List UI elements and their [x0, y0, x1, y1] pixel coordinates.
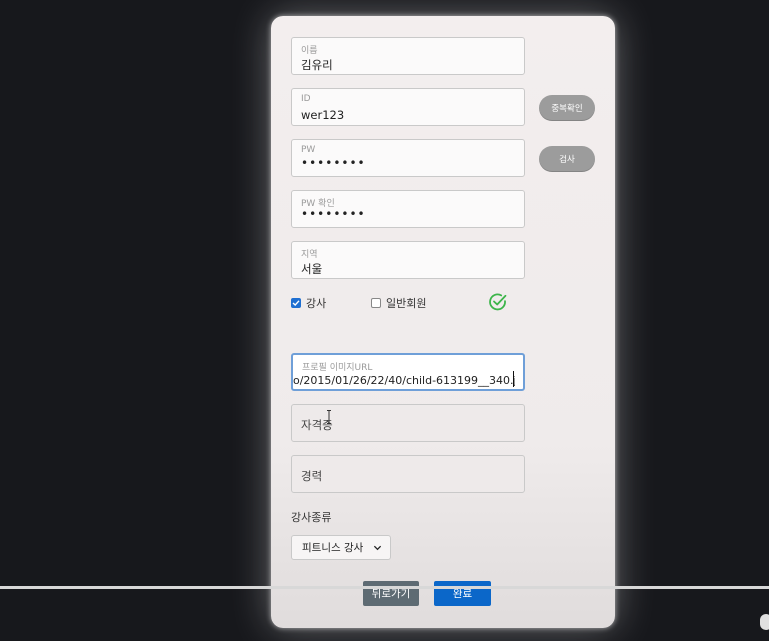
- instructor-type-label: 강사종류: [291, 511, 332, 524]
- profile-url-label: 프로필 이미지URL: [302, 363, 373, 373]
- member-checkbox-row[interactable]: 일반회원: [371, 295, 426, 311]
- check-circle-icon: [489, 293, 507, 311]
- verify-button[interactable]: 검사: [539, 146, 595, 172]
- region-value: 서울: [301, 262, 323, 276]
- pw-confirm-field[interactable]: PW 확인 ••••••••: [291, 190, 525, 228]
- career-field[interactable]: 경력: [291, 455, 525, 493]
- duplicate-check-button[interactable]: 중복확인: [539, 95, 595, 121]
- instructor-type-select[interactable]: 피트니스 강사: [291, 535, 391, 560]
- name-value: 김유리: [301, 58, 333, 72]
- video-progress-bar[interactable]: [0, 586, 769, 589]
- id-field[interactable]: ID wer123: [291, 88, 525, 126]
- video-progress-handle[interactable]: [760, 614, 769, 630]
- pw-label: PW: [301, 145, 316, 155]
- region-label: 지역: [301, 250, 318, 260]
- pw-value: ••••••••: [301, 156, 366, 170]
- instructor-label: 강사: [306, 297, 327, 310]
- pw-field[interactable]: PW ••••••••: [291, 139, 525, 177]
- checkmark-icon: [292, 300, 300, 306]
- done-button[interactable]: 완료: [434, 581, 491, 606]
- text-cursor-icon: [327, 410, 331, 424]
- name-label: 이름: [301, 46, 318, 56]
- instructor-checkbox[interactable]: [291, 298, 301, 308]
- member-checkbox[interactable]: [371, 298, 381, 308]
- text-caret: [513, 371, 514, 387]
- chevron-down-icon: [373, 545, 382, 551]
- profile-url-value: o/2015/01/26/22/40/child-613199__340.jpg: [293, 374, 515, 387]
- id-value: wer123: [301, 108, 345, 122]
- signup-card: 이름 김유리 ID wer123 중복확인 PW •••••••• 검사 PW …: [271, 16, 615, 628]
- name-field[interactable]: 이름 김유리: [291, 37, 525, 75]
- profile-url-field[interactable]: 프로필 이미지URL o/2015/01/26/22/40/child-6131…: [291, 353, 525, 391]
- instructor-type-value: 피트니스 강사: [302, 542, 364, 554]
- region-field[interactable]: 지역 서울: [291, 241, 525, 279]
- career-placeholder: 경력: [301, 469, 323, 483]
- pw-confirm-value: ••••••••: [301, 207, 366, 221]
- back-button[interactable]: 뒤로가기: [363, 581, 419, 606]
- id-label: ID: [301, 94, 311, 104]
- instructor-checkbox-row[interactable]: 강사: [291, 295, 326, 311]
- member-label: 일반회원: [386, 297, 427, 310]
